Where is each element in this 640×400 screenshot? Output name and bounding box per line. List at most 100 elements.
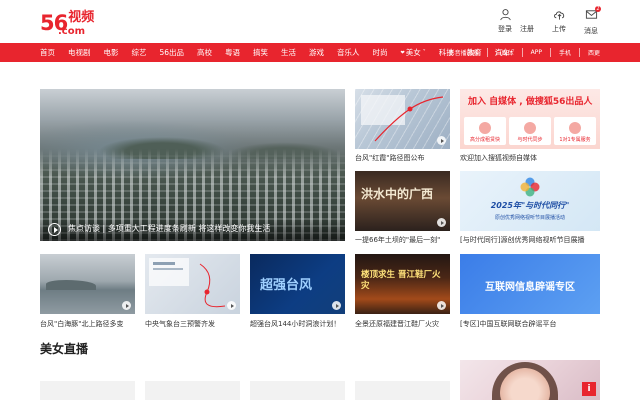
route-map-graphic [361, 95, 444, 142]
nav-item[interactable]: 高校 [197, 47, 212, 58]
messages-icon-wrap: 2 [585, 6, 601, 23]
nav-item[interactable]: 游戏 [309, 47, 324, 58]
ad-thumbnail: 加入 自媒体 , 做搜狐56出品人 高分成租赁快 与时代同步 1对1专属服务 [460, 89, 600, 149]
video-thumbnail: 互联网信息辟谣专区 [460, 254, 600, 314]
upload-button[interactable]: 上传 [548, 8, 570, 36]
nav-item[interactable]: 粤语 [225, 47, 240, 58]
ad-badge-box: 与时代同步 [509, 117, 551, 145]
flood-overlay-text: 洪水中的广西 [361, 187, 434, 201]
flower-logo-icon [520, 177, 540, 197]
nav-item-label: 粤语 [225, 48, 241, 57]
spacer-icon [521, 8, 534, 21]
nav-item-label: 综艺 [131, 48, 147, 57]
video-tile-sea[interactable]: 台风"白海豚"北上路径多变 [40, 254, 135, 332]
video-thumbnail [40, 254, 135, 314]
nav-item-label: 高校 [197, 48, 213, 57]
badge-icon [524, 122, 536, 134]
video-thumbnail [355, 89, 450, 149]
ad-headline: 加入 自媒体 , 做搜狐56出品人 [468, 97, 593, 107]
register-button[interactable]: 注册 [516, 8, 538, 36]
ad-mid-badge: 与时代同步 [517, 137, 543, 143]
login-button[interactable]: 登录 [494, 8, 516, 36]
site-logo[interactable]: 56 视频 .com [40, 10, 94, 38]
nav-right-link[interactable]: 影音播放器 [449, 48, 479, 57]
nav-item[interactable]: 电影 [104, 47, 119, 58]
section-title-live: 美女直播 [40, 342, 89, 356]
video-thumbnail: 楼顶求生 晋江鞋厂火灾 [355, 254, 450, 314]
nav-item-label: 游戏 [309, 48, 325, 57]
play-icon [48, 223, 61, 236]
play-icon [332, 301, 341, 310]
live-placeholder[interactable] [250, 381, 345, 400]
live-placeholder[interactable] [145, 381, 240, 400]
logo-dotcom: .com [58, 26, 86, 37]
nav-right-link[interactable]: 自媒体 [496, 48, 514, 57]
ad-badge-box: 高分成租赁快 [464, 117, 506, 145]
video-caption: 全景还原福建晋江鞋厂火灾 [355, 320, 439, 328]
forum-sub-text: 原创优秀网络视听节目展播活动 [494, 215, 565, 221]
video-tile-rumor-zone[interactable]: 互联网信息辟谣专区 [专区]中国互联网联合辟谣平台 [460, 254, 600, 332]
upload-cloud-icon [553, 11, 564, 20]
nav-right-link[interactable]: 手机 [559, 48, 571, 57]
video-tile-flood[interactable]: 洪水中的广西 一提66年土坝的"最后一刻" [355, 171, 450, 246]
fire-overlay-text: 楼顶求生 晋江鞋厂火灾 [361, 270, 441, 291]
live-placeholder[interactable] [40, 381, 135, 400]
badge-icon [479, 122, 491, 134]
nav-divider [521, 48, 523, 57]
video-caption: 台风"红霞"路径图公布 [355, 154, 425, 162]
video-caption: 台风"白海豚"北上路径多变 [40, 320, 124, 328]
nav-item[interactable]: ❤ 美女 ˅ [401, 47, 426, 58]
forum-overlay-text: 2025年"与时代同行" [490, 201, 570, 210]
nav-item[interactable]: 时尚 [373, 47, 388, 58]
hero-thumbnail [40, 89, 345, 241]
video-tile-typhoon-route[interactable]: 台风"红霞"路径图公布 [355, 89, 450, 164]
video-thumbnail [145, 254, 240, 314]
nav-item-label: 56出品 [159, 48, 185, 57]
video-caption: [专区]中国互联网联合辟谣平台 [460, 320, 557, 328]
nav-divider [549, 48, 551, 57]
video-thumbnail: 洪水中的广西 [355, 171, 450, 231]
header-actions: 登录 注册 上传 2 消息 [494, 6, 602, 36]
header: 56 视频 .com 登录 注册 上传 2 消息 [0, 0, 640, 43]
video-tile-forum[interactable]: 2025年"与时代同行" 原创优秀网络视听节目展播活动 [与时代同行]源创优秀网… [460, 171, 600, 246]
nav-item-label: 电影 [103, 48, 119, 57]
nav-item[interactable]: 56出品 [160, 47, 185, 58]
play-icon [437, 218, 446, 227]
ad-badge-box: 1对1专属服务 [554, 117, 596, 145]
video-tile-warning[interactable]: 中央气象台三预警齐发 [145, 254, 240, 332]
upload-label: 上传 [552, 25, 566, 33]
nav-right-link[interactable]: APP [531, 49, 542, 56]
ad-caption: 欢迎加入搜狐视频自媒体 [460, 154, 537, 162]
nav-item[interactable]: 生活 [281, 47, 296, 58]
user-icon [499, 9, 511, 21]
message-count-badge: 2 [595, 6, 601, 12]
video-thumbnail: 超强台风 [250, 254, 345, 314]
nav-item[interactable]: 音乐人 [337, 47, 360, 58]
nav-item[interactable]: 电视剧 [68, 47, 91, 58]
nav-item-label: 时尚 [372, 48, 388, 57]
nav-item-label: 搞笑 [253, 48, 269, 57]
live-featured-thumbnail[interactable]: i [460, 360, 600, 400]
badge-icon [569, 122, 581, 134]
nav-item-label: 美女 [405, 48, 421, 57]
video-tile-super-typhoon[interactable]: 超强台风 超强台风144小时洞浪计划！ [250, 254, 345, 332]
ad-tile-self-media[interactable]: 加入 自媒体 , 做搜狐56出品人 高分成租赁快 与时代同步 1对1专属服务 欢… [460, 89, 600, 164]
nav-item-label: 首页 [40, 48, 55, 57]
play-icon [122, 301, 131, 310]
nav-right-link[interactable]: 西更 [588, 48, 600, 57]
live-placeholder[interactable] [355, 381, 450, 400]
nav-item[interactable]: 首页 [40, 47, 55, 58]
nav-item-label: 音乐人 [337, 48, 360, 57]
nav-item[interactable]: 综艺 [132, 47, 147, 58]
messages-button[interactable]: 2 消息 [580, 6, 602, 36]
video-thumbnail: 2025年"与时代同行" 原创优秀网络视听节目展播活动 [460, 171, 600, 231]
nav-right-links: 影音播放器 自媒体 APP 手机 西更 [449, 43, 600, 62]
live-tag-icon: i [582, 382, 596, 396]
nav-item-label: 生活 [281, 48, 297, 57]
video-tile-fire[interactable]: 楼顶求生 晋江鞋厂火灾 全景还原福建晋江鞋厂火灾 [355, 254, 450, 332]
island-shape [46, 280, 96, 290]
nav-item[interactable]: 搞笑 [253, 47, 268, 58]
play-icon [437, 136, 446, 145]
hero-caption: 焦点访谈 | 多项重大工程进度条刷新 将这样改变你我生活 [68, 224, 271, 233]
hero-video[interactable]: 焦点访谈 | 多项重大工程进度条刷新 将这样改变你我生活 [40, 89, 345, 241]
